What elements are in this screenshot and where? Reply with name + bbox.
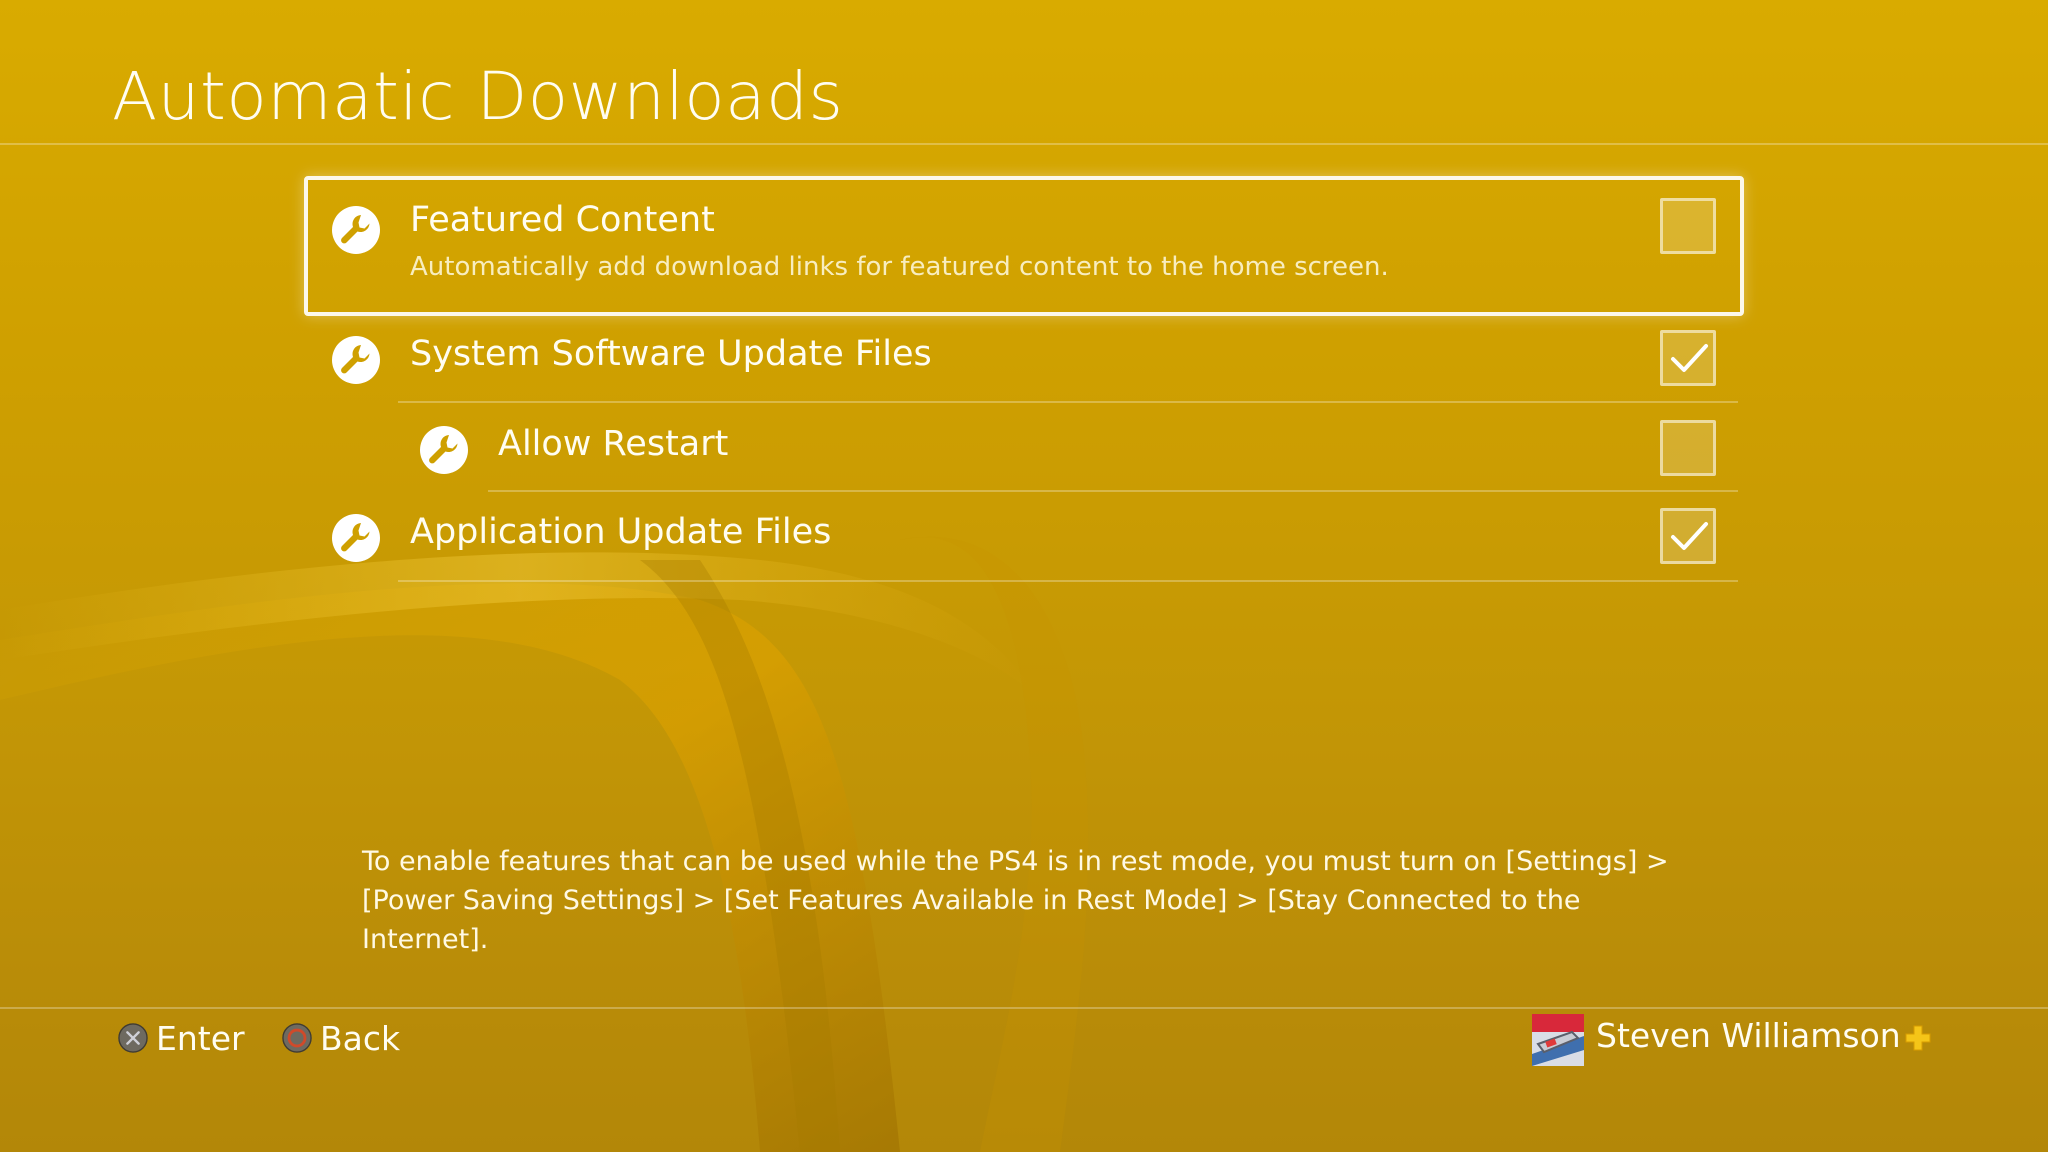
cross-button-icon (118, 1023, 148, 1053)
setting-system-software-update-files[interactable]: System Software Update Files (304, 320, 1744, 404)
wrench-icon (420, 426, 468, 474)
setting-allow-restart[interactable]: Allow Restart (304, 404, 1744, 492)
avatar (1532, 1014, 1584, 1066)
user-profile[interactable]: Steven Williamson (1508, 1012, 2048, 1068)
circle-button-icon (282, 1023, 312, 1053)
user-name: Steven Williamson (1596, 1016, 1901, 1055)
back-label: Back (320, 1018, 401, 1058)
system-software-update-checkbox[interactable] (1660, 330, 1716, 386)
footer-divider (0, 1007, 2048, 1009)
featured-content-checkbox[interactable] (1660, 198, 1716, 254)
setting-application-update-files[interactable]: Application Update Files (304, 494, 1744, 582)
checkmark-icon (1671, 522, 1708, 550)
wrench-icon (332, 514, 380, 562)
wrench-icon (332, 206, 380, 254)
setting-label: Featured Content (410, 200, 715, 240)
setting-label: Allow Restart (498, 424, 729, 464)
setting-label: System Software Update Files (410, 334, 932, 374)
setting-description: Automatically add download links for fea… (410, 252, 1389, 282)
enter-label: Enter (156, 1018, 245, 1058)
checkmark-icon (1671, 344, 1708, 372)
row-divider (398, 580, 1738, 582)
setting-label: Application Update Files (410, 512, 832, 552)
settings-list: Featured Content Automatically add downl… (0, 0, 2048, 600)
application-update-checkbox[interactable] (1660, 508, 1716, 564)
setting-featured-content[interactable]: Featured Content Automatically add downl… (304, 176, 1744, 316)
row-divider (488, 490, 1738, 492)
wrench-icon (332, 336, 380, 384)
allow-restart-checkbox[interactable] (1660, 420, 1716, 476)
playstation-plus-icon (1905, 1025, 1931, 1051)
back-hint[interactable]: Back (282, 1016, 400, 1060)
row-divider (398, 401, 1738, 403)
rest-mode-info-text: To enable features that can be used whil… (362, 846, 1669, 955)
enter-hint[interactable]: Enter (118, 1016, 245, 1060)
